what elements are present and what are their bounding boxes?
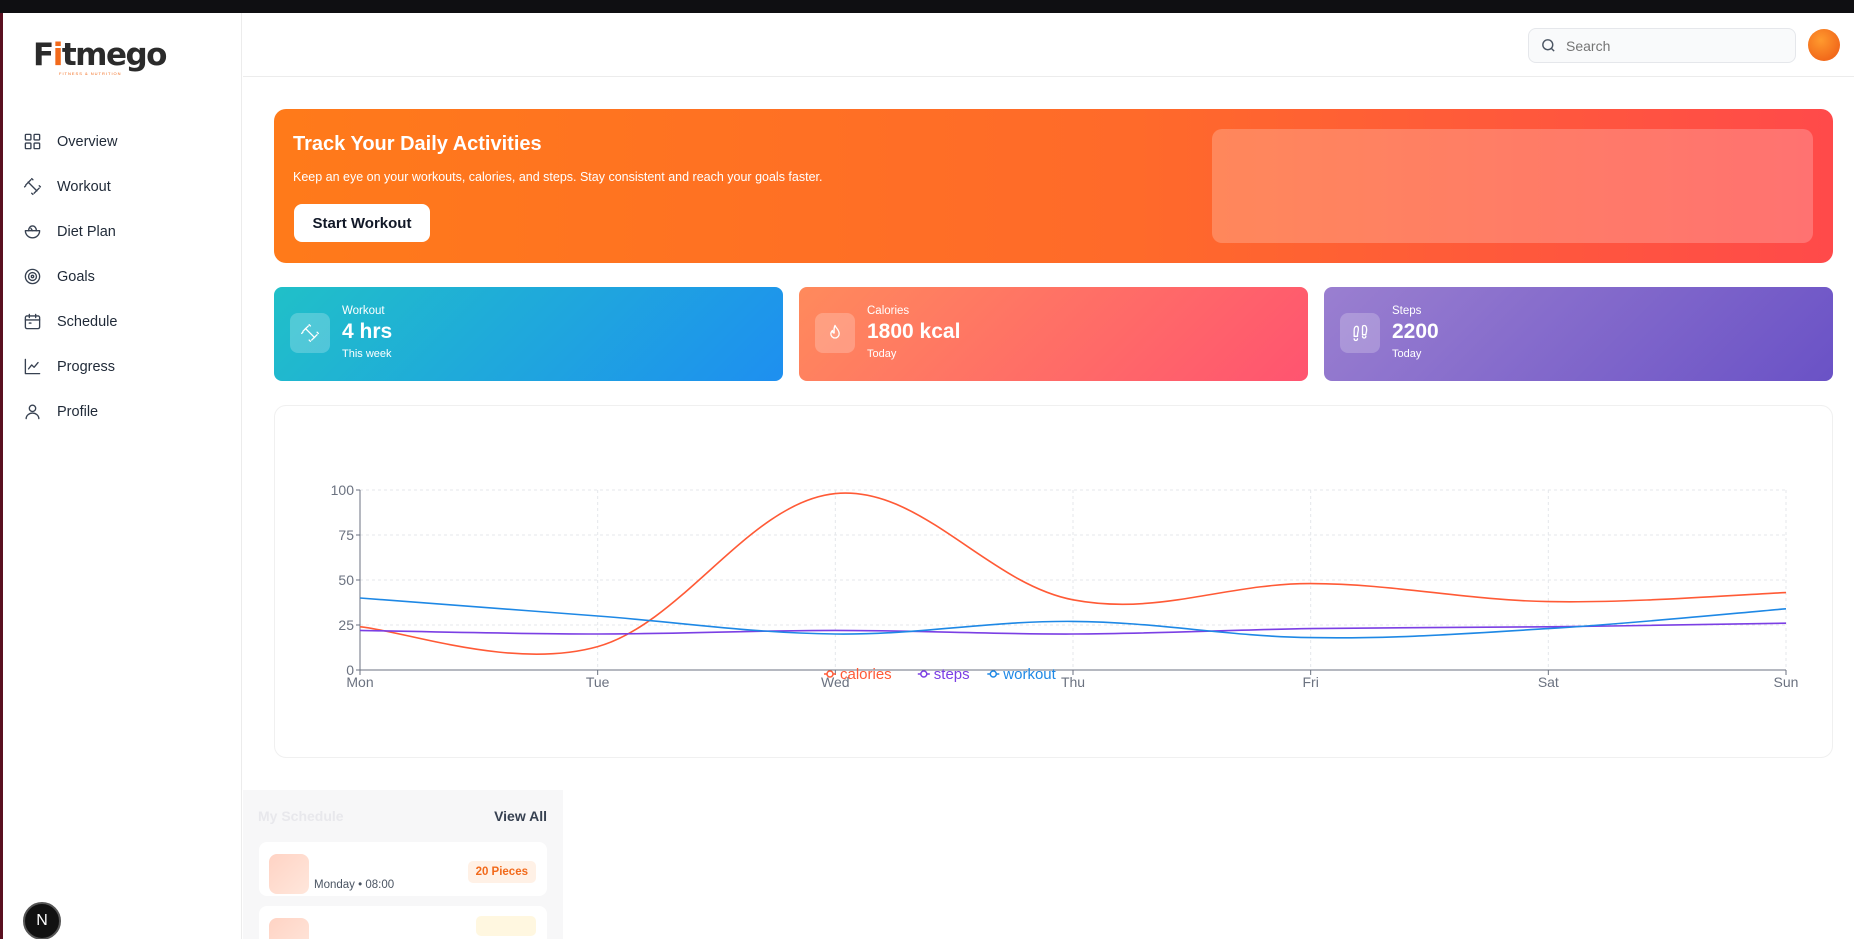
hero-title: Track Your Daily Activities (293, 133, 542, 155)
sidebar-item-schedule[interactable]: Schedule (3, 299, 241, 344)
top-header (243, 13, 1854, 77)
stat-icon-box (290, 313, 330, 353)
flame-icon (830, 324, 840, 339)
target-icon (24, 268, 41, 285)
schedule-badge (476, 916, 536, 936)
sidebar-item-diet-plan[interactable]: Diet Plan (3, 209, 241, 254)
chart-line-icon (24, 358, 41, 375)
start-workout-button[interactable]: Start Workout (294, 204, 430, 242)
schedule-badge: 20 Pieces (467, 861, 536, 883)
schedule-item[interactable] (259, 906, 547, 939)
x-tick-label: Sun (1774, 674, 1799, 690)
stat-icon-box (1340, 313, 1380, 353)
stat-label: Steps (1392, 305, 1422, 317)
legend-marker-dot-calories (826, 670, 834, 678)
y-tick-label: 100 (331, 482, 355, 498)
y-tick-label: 50 (338, 572, 354, 588)
sidebar-item-overview[interactable]: Overview (3, 119, 241, 164)
x-tick-label: Sat (1538, 674, 1559, 690)
schedule-panel: My Schedule View All Monday • 08:00 20 P… (243, 790, 563, 939)
x-tick-label: Thu (1061, 674, 1085, 690)
sidebar-item-progress[interactable]: Progress (3, 344, 241, 389)
sidebar-item-label: Schedule (57, 313, 118, 330)
stat-value: 2200 (1392, 320, 1439, 343)
sidebar-item-label: Progress (57, 358, 116, 375)
sidebar-item-label: Overview (57, 133, 118, 150)
activity-line-chart: 0255075100Mon Tue Wed Thu Fri Sat Suncalories s… (331, 482, 1799, 690)
stat-value: 1800 kcal (867, 320, 961, 343)
dumbbell-icon (301, 324, 319, 342)
stat-period: This week (342, 348, 392, 360)
user-icon (25, 404, 40, 420)
grid-icon (24, 133, 41, 150)
stat-label: Workout (342, 305, 385, 317)
legend-marker-dot-steps (920, 670, 928, 678)
schedule-time: Monday • 08:00 (314, 879, 395, 891)
logo-wordmark: Fitmego (33, 37, 167, 73)
legend-marker-dot-workout (989, 670, 998, 678)
brand-logo[interactable]: Fitmego FITNESS & NUTRITION (33, 37, 167, 97)
footprints-icon (1353, 324, 1368, 342)
sidebar-item-label: Workout (57, 178, 111, 195)
sidebar-item-label: Profile (57, 403, 99, 420)
sidebar: Fitmego FITNESS & NUTRITION Overview Wor… (3, 13, 242, 939)
stat-period: Today (867, 348, 897, 360)
view-all-link[interactable]: View All (494, 808, 547, 824)
sidebar-item-label: Goals (57, 268, 95, 285)
legend-label-calories: calories (840, 666, 892, 683)
stat-card-steps[interactable]: Steps 2200 Today (1324, 287, 1833, 381)
stat-card-calories[interactable]: Calories 1800 kcal Today (799, 287, 1308, 381)
y-tick-label: 25 (338, 617, 354, 633)
calendar-icon (24, 313, 41, 330)
stat-value: 4 hrs (342, 320, 393, 343)
hero-image-placeholder (1212, 129, 1813, 243)
sidebar-item-workout[interactable]: Workout (3, 164, 241, 209)
x-tick-label: Mon (346, 674, 373, 690)
browser-top-strip (0, 0, 1854, 13)
x-tick-label: Fri (1303, 674, 1319, 690)
dev-tools-badge[interactable]: N (23, 902, 61, 939)
schedule-thumbnail (269, 918, 309, 939)
search-input[interactable] (1566, 37, 1786, 54)
stat-card-workout[interactable]: Workout 4 hrs This week (274, 287, 783, 381)
activity-chart-card: 0 25 50 75 100 Mon Tue Wed Thu Fri Sat Sun calories s… (274, 405, 1833, 758)
sidebar-item-label: Diet Plan (57, 223, 116, 240)
stat-label: Calories (867, 305, 910, 317)
stat-icon-box (815, 313, 855, 353)
schedule-title: My Schedule (258, 808, 344, 824)
search-box[interactable] (1528, 28, 1796, 63)
salad-icon (24, 225, 41, 239)
sidebar-item-goals[interactable]: Goals (3, 254, 241, 299)
avatar[interactable] (1808, 29, 1840, 61)
schedule-thumbnail (269, 854, 309, 894)
schedule-item[interactable]: Monday • 08:00 20 Pieces (259, 842, 547, 896)
sidebar-item-profile[interactable]: Profile (3, 389, 241, 434)
legend-label-steps: steps (934, 666, 970, 683)
x-tick-label: Tue (586, 674, 610, 690)
y-tick-label: 75 (338, 527, 354, 543)
legend-label-workout: workout (1002, 666, 1056, 683)
stat-period: Today (1392, 348, 1422, 360)
search-icon (1542, 39, 1555, 52)
hero-subtitle: Keep an eye on your workouts, calories, … (293, 170, 823, 184)
dumbbell-icon (23, 177, 42, 196)
sidebar-nav: Overview Workout Diet Plan Goals Schedul… (3, 119, 241, 434)
hero-banner: Track Your Daily Activities Keep an eye … (274, 109, 1833, 263)
